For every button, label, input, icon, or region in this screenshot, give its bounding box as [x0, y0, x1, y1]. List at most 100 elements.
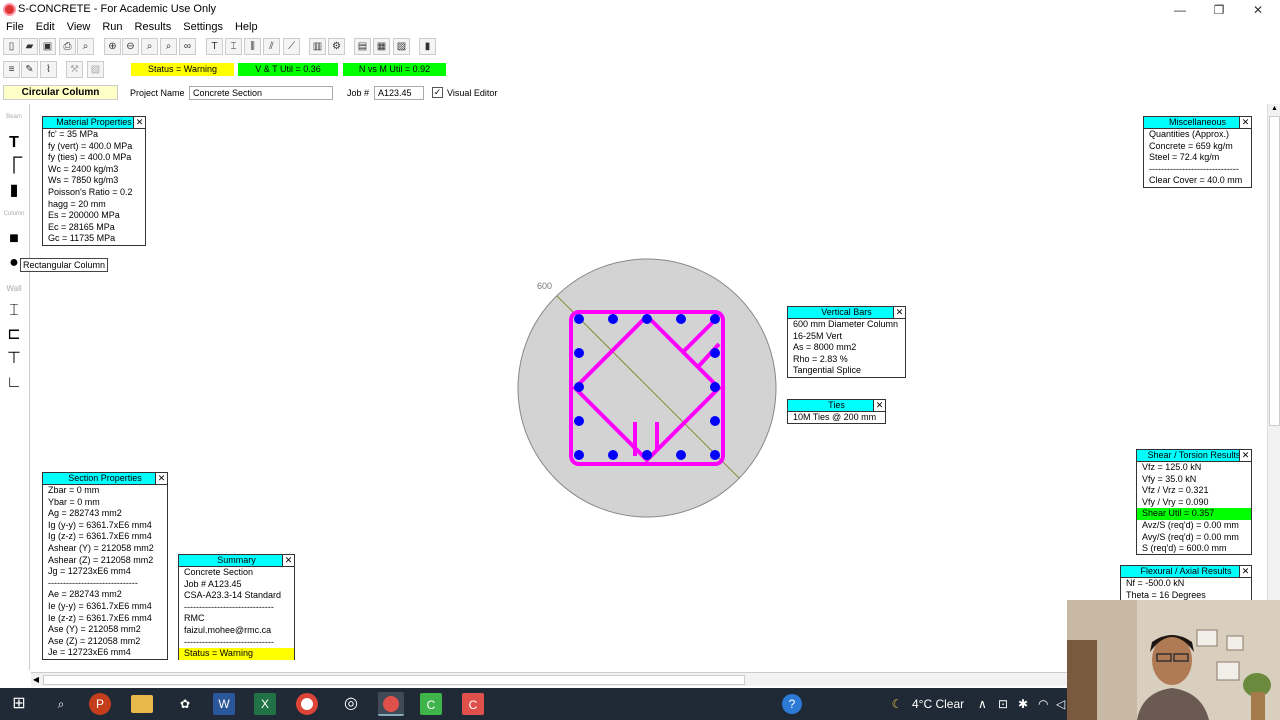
tray-app-icon[interactable]: ✱ — [1018, 697, 1028, 711]
tray-chevron-icon[interactable]: ∧ — [978, 697, 987, 711]
job-number-field[interactable]: A123.45 — [374, 86, 424, 100]
rectangular-column-icon[interactable]: ■ — [3, 228, 25, 250]
horizontal-scrollbar[interactable]: ◀ — [31, 672, 1071, 686]
rebar-dot[interactable] — [710, 450, 720, 460]
ties-close-icon[interactable]: ✕ — [873, 400, 885, 411]
menu-results[interactable]: Results — [129, 20, 178, 33]
c-wall-icon[interactable]: ⊏ — [3, 324, 25, 346]
rebar-dot[interactable] — [574, 416, 584, 426]
settings-tool-icon[interactable]: ⚙ — [328, 38, 345, 55]
rebar-dot[interactable] — [574, 314, 584, 324]
minimize-icon[interactable]: — — [1160, 0, 1200, 20]
project-name-field[interactable]: Concrete Section — [189, 86, 333, 100]
scroll-up-icon[interactable]: ▲ — [1269, 104, 1280, 114]
save-icon[interactable]: ▣ — [39, 38, 56, 55]
menu-file[interactable]: File — [0, 20, 30, 33]
new-file-icon[interactable]: ▯ — [3, 38, 20, 55]
network-app-icon[interactable]: ✿ — [172, 692, 198, 716]
i-wall-icon[interactable]: ⌶ — [3, 300, 25, 322]
rebar-dot[interactable] — [676, 314, 686, 324]
interaction-diagram-icon[interactable]: ▥ — [309, 38, 326, 55]
section-panel-header[interactable]: Section Properties ✕ — [43, 473, 167, 485]
rebar-dot[interactable] — [710, 382, 720, 392]
volume-icon[interactable]: ◁ — [1056, 697, 1065, 711]
scroll-left-icon[interactable]: ◀ — [31, 674, 41, 686]
zoom-icon[interactable]: ⌕ — [141, 38, 158, 55]
rebar-dot[interactable] — [642, 314, 652, 324]
t-wall-icon[interactable]: ⊤ — [3, 348, 25, 370]
rebar-dot[interactable] — [710, 314, 720, 324]
maximize-icon[interactable]: ❐ — [1199, 0, 1239, 20]
vertical-bars-header[interactable]: Vertical Bars ✕ — [788, 307, 905, 319]
shear-torsion-panel[interactable]: Shear / Torsion Results ✕ Vfz = 125.0 kN V… — [1136, 449, 1252, 555]
text-tool-icon[interactable]: T — [206, 38, 223, 55]
zoom-extents-icon[interactable]: ⌕ — [160, 38, 177, 55]
vertical-bars-close-icon[interactable]: ✕ — [893, 307, 905, 318]
tray-device-icon[interactable]: ⊡ — [998, 697, 1008, 711]
wifi-icon[interactable]: ◠ — [1038, 697, 1048, 711]
ties-panel[interactable]: Ties ✕ 10M Ties @ 200 mm — [787, 399, 886, 424]
disabled-tool-icon[interactable]: ⚒ — [66, 61, 83, 78]
miscellaneous-panel[interactable]: Miscellaneous ✕ Quantities (Approx.) Concr… — [1143, 116, 1252, 188]
shear-panel-close-icon[interactable]: ✕ — [1239, 450, 1251, 461]
vertical-bars-panel[interactable]: Vertical Bars ✕ 600 mm Diameter Column 16-… — [787, 306, 906, 378]
dimension-tool-icon[interactable]: ⟋ — [283, 38, 300, 55]
menu-view[interactable]: View — [61, 20, 97, 33]
ties-header[interactable]: Ties ✕ — [788, 400, 885, 412]
rebar-dot[interactable] — [676, 450, 686, 460]
zoom-out-icon[interactable]: ⊖ — [122, 38, 139, 55]
file-explorer-icon[interactable] — [131, 695, 153, 713]
chart-icon[interactable]: ▨ — [393, 38, 410, 55]
material-properties-panel[interactable]: Material Properties ✕ fc' = 35 MPa fy (ver… — [42, 116, 146, 246]
red-app-icon[interactable]: C — [462, 693, 484, 715]
vertical-scrollbar[interactable]: ▲ — [1267, 104, 1280, 604]
rebar-dot[interactable] — [710, 348, 720, 358]
windows-start-icon[interactable]: ⊞ — [6, 692, 32, 716]
menu-edit[interactable]: Edit — [30, 20, 61, 33]
summary-panel-header[interactable]: Summary ✕ — [179, 555, 294, 567]
shear-panel-header[interactable]: Shear / Torsion Results ✕ — [1137, 450, 1251, 462]
powerpoint-icon[interactable]: P — [89, 693, 111, 715]
rebar-dot[interactable] — [710, 416, 720, 426]
menu-help[interactable]: Help — [229, 20, 264, 33]
graph-icon[interactable]: ⌇ — [40, 61, 57, 78]
summary-panel[interactable]: Summary ✕ Concrete Section Job # A123.45 CS… — [178, 554, 295, 660]
rect-beam-icon[interactable]: ▮ — [3, 180, 25, 202]
chrome-icon[interactable] — [296, 693, 318, 715]
visual-editor-checkbox[interactable]: ✓ — [432, 87, 443, 98]
green-app-icon[interactable]: C — [420, 693, 442, 715]
weather-text[interactable]: 4°C Clear — [912, 697, 964, 711]
excel-icon[interactable]: X — [254, 693, 276, 715]
flexural-panel-header[interactable]: Flexural / Axial Results ✕ — [1121, 566, 1251, 578]
misc-panel-close-icon[interactable]: ✕ — [1239, 117, 1251, 128]
rebar-dot[interactable] — [574, 450, 584, 460]
rebar-dot[interactable] — [608, 314, 618, 324]
edit-icon[interactable]: ✎ — [21, 61, 38, 78]
l-beam-icon[interactable]: ⎾ — [3, 156, 25, 178]
material-panel-close-icon[interactable]: ✕ — [133, 117, 145, 128]
list-icon[interactable]: ≡ — [3, 61, 20, 78]
horizontal-scroll-thumb[interactable] — [43, 675, 745, 685]
table-icon[interactable]: ▦ — [373, 38, 390, 55]
open-folder-icon[interactable]: ▰ — [21, 38, 38, 55]
zoom-in-icon[interactable]: ⊕ — [104, 38, 121, 55]
rebar-dot[interactable] — [642, 450, 652, 460]
binoculars-icon[interactable]: ∞ — [179, 38, 196, 55]
disabled-tool-2-icon[interactable]: ▧ — [87, 61, 104, 78]
flexural-panel-close-icon[interactable]: ✕ — [1239, 566, 1251, 577]
menu-settings[interactable]: Settings — [177, 20, 229, 33]
material-panel-header[interactable]: Material Properties ✕ — [43, 117, 145, 129]
report-icon[interactable]: ▤ — [354, 38, 371, 55]
print-preview-icon[interactable]: ⌕ — [77, 38, 94, 55]
app-icon[interactable]: ◎ — [338, 692, 364, 716]
print-icon[interactable]: ⎙ — [59, 38, 76, 55]
s-concrete-taskbar-icon[interactable] — [378, 692, 404, 716]
vertical-scroll-thumb[interactable] — [1269, 116, 1280, 426]
menu-run[interactable]: Run — [96, 20, 128, 33]
rebar-tool-icon[interactable]: ⫽ — [263, 38, 280, 55]
column-tool-icon[interactable]: ⫼ — [244, 38, 261, 55]
rebar-dot[interactable] — [608, 450, 618, 460]
word-icon[interactable]: W — [213, 693, 235, 715]
book-icon[interactable]: ▮ — [419, 38, 436, 55]
section-panel-close-icon[interactable]: ✕ — [155, 473, 167, 484]
